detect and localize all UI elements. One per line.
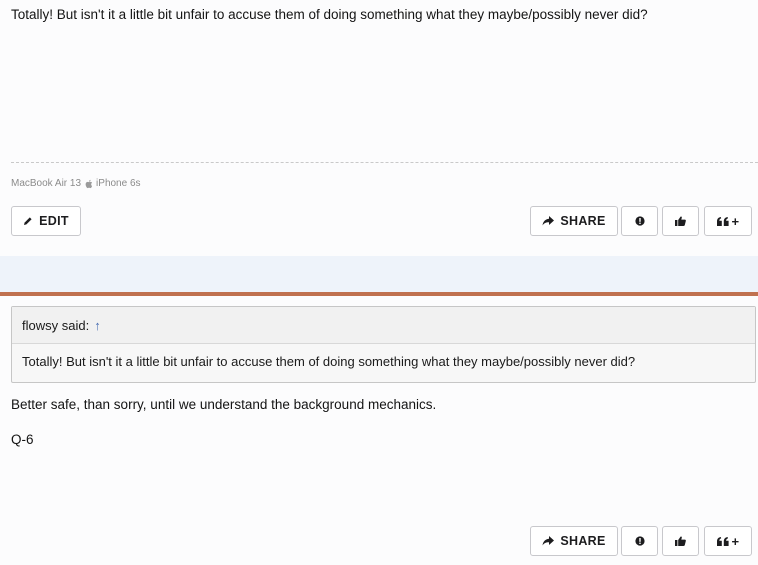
edit-button[interactable]: EDIT xyxy=(11,206,81,236)
share-label: SHARE xyxy=(560,214,606,228)
edit-label: EDIT xyxy=(39,214,69,228)
report-icon xyxy=(634,536,645,546)
multi-quote-button-2[interactable]: + xyxy=(704,526,752,556)
quote-icon xyxy=(716,536,729,546)
post-1: Totally! But isn't it a little bit unfai… xyxy=(0,0,758,256)
multi-quote-button[interactable]: + xyxy=(704,206,752,236)
share-label-2: SHARE xyxy=(560,534,606,548)
thumbs-up-icon xyxy=(675,216,686,226)
reply-line-1: Better safe, than sorry, until we unders… xyxy=(11,397,437,412)
share-icon xyxy=(542,216,555,226)
quote-jump-arrow-icon[interactable]: ↑ xyxy=(94,318,101,333)
signature-device-2: iPhone 6s xyxy=(96,178,141,189)
signature-device-1: MacBook Air 13 xyxy=(11,178,82,189)
post-1-body: Totally! But isn't it a little bit unfai… xyxy=(11,7,648,22)
report-icon xyxy=(634,216,645,226)
pencil-icon xyxy=(24,217,32,225)
reply-line-2: Q-6 xyxy=(11,432,34,447)
like-button[interactable] xyxy=(662,206,699,236)
quote-plus-label-2: + xyxy=(731,533,740,549)
share-icon xyxy=(542,536,555,546)
report-button[interactable] xyxy=(621,206,658,236)
quote-block: flowsy said: ↑ Totally! But isn't it a l… xyxy=(11,306,756,383)
post-separator-band xyxy=(0,256,758,292)
quote-plus-label: + xyxy=(731,213,740,229)
share-button-2[interactable]: SHARE xyxy=(530,526,618,556)
post-2: flowsy said: ↑ Totally! But isn't it a l… xyxy=(0,296,758,565)
signature: MacBook Air 13 iPhone 6s xyxy=(11,178,141,189)
apple-icon xyxy=(85,179,93,188)
like-button-2[interactable] xyxy=(662,526,699,556)
quote-header[interactable]: flowsy said: ↑ xyxy=(12,307,755,344)
thumbs-up-icon xyxy=(675,536,686,546)
quote-icon xyxy=(716,216,729,226)
report-button-2[interactable] xyxy=(621,526,658,556)
quote-text: Totally! But isn't it a little bit unfai… xyxy=(22,354,636,369)
quote-author: flowsy said: xyxy=(22,317,90,333)
share-button[interactable]: SHARE xyxy=(530,206,618,236)
signature-divider xyxy=(11,162,758,163)
